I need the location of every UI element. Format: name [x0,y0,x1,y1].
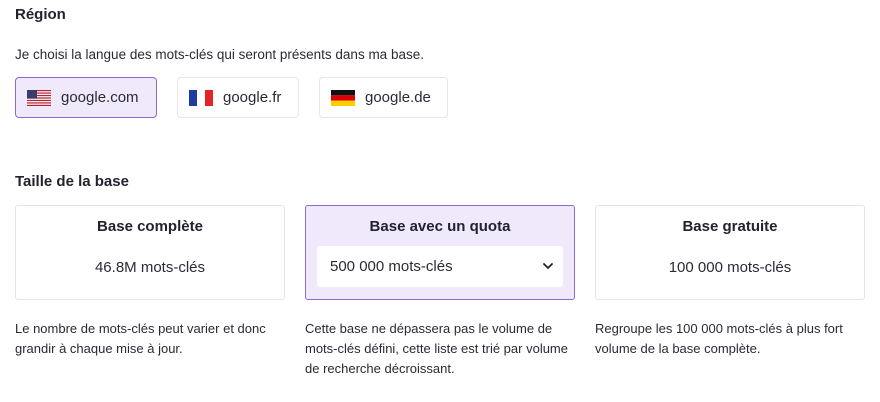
quota-select-value: 500 000 mots-clés [330,258,453,275]
card-base-complete[interactable]: Base complète 46.8M mots-clés [15,205,285,300]
region-option-label: google.de [365,89,431,106]
card-value: 100 000 mots-clés [668,259,792,276]
de-flag-icon [331,89,355,106]
region-option-google-de[interactable]: google.de [319,77,448,118]
card-description: Le nombre de mots-clés peut varier et do… [15,321,266,356]
region-option-label: google.fr [223,89,282,106]
card-base-quota[interactable]: Base avec un quota 500 000 mots-clés [305,205,575,300]
card-value: 46.8M mots-clés [94,259,206,276]
region-option-google-com[interactable]: google.com [15,77,157,118]
us-flag-icon [27,89,51,106]
base-size-title: Taille de la base [15,173,129,190]
card-title: Base avec un quota [369,218,511,235]
region-description: Je choisi la langue des mots-clés qui se… [15,47,424,62]
region-option-google-fr[interactable]: google.fr [177,77,299,118]
card-title: Base complète [97,218,203,235]
region-title: Région [15,6,66,23]
region-option-label: google.com [61,89,139,106]
card-base-gratuite[interactable]: Base gratuite 100 000 mots-clés [595,205,865,300]
card-title: Base gratuite [682,218,778,235]
fr-flag-icon [189,89,213,106]
chevron-down-icon [543,263,553,269]
card-description: Regroupe les 100 000 mots-clés à plus fo… [595,321,843,356]
quota-select[interactable]: 500 000 mots-clés [317,246,563,287]
card-description: Cette base ne dépassera pas le volume de… [305,321,568,376]
